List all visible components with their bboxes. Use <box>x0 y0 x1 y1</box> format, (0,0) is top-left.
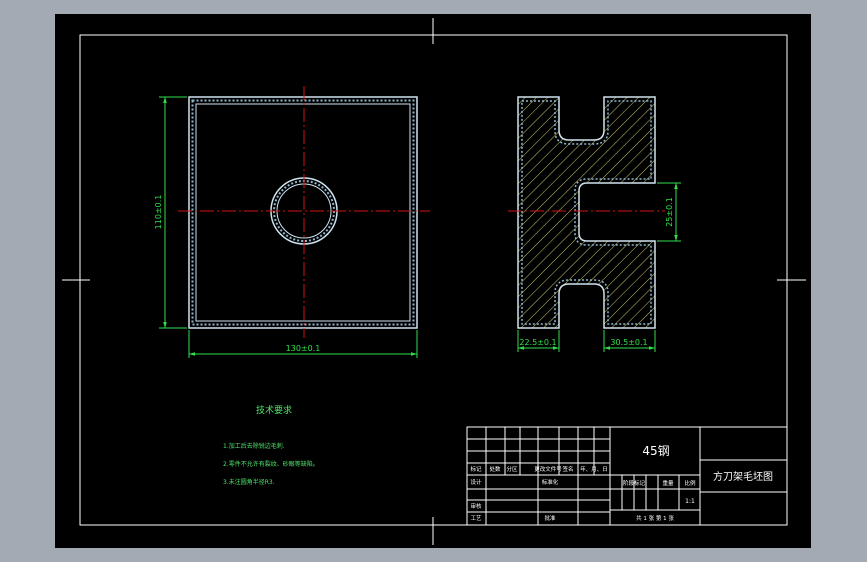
side-left-dim-label: 22.5±0.1 <box>519 338 556 347</box>
role-design: 设计 <box>470 478 482 486</box>
notes-line-2: 2.零件不允许有裂纹、砂眼等缺陷。 <box>223 460 319 468</box>
side-slot-dim-label: 25±0.1 <box>665 197 674 227</box>
role-review: 审核 <box>470 502 482 510</box>
notes-line-1: 1.加工后去除锐边毛刺. <box>223 442 285 450</box>
rev-header-file: 更改文件号 <box>534 465 562 473</box>
material-label: 45钢 <box>642 444 669 458</box>
approve-label: 批准 <box>544 514 556 522</box>
scale-value: 1:1 <box>685 498 695 505</box>
rev-header-date: 年、月、日 <box>580 465 608 473</box>
stage-header-mark: 阶段标记 <box>623 479 646 487</box>
stage-header-scale: 比例 <box>684 479 696 487</box>
standardize-label: 标准化 <box>542 478 559 486</box>
cad-drawing-canvas: 110±0.1 130±0.1 25±0.1 22.5±0.1 30.5±0.1… <box>55 14 811 548</box>
rev-header-sign: 签名 <box>562 465 573 473</box>
notes-line-3: 3.未注圆角半径R3. <box>223 478 275 486</box>
sheet-info: 共 1 张 第 1 张 <box>636 514 674 522</box>
front-width-dim-label: 130±0.1 <box>286 344 321 353</box>
drawing-sheet <box>55 14 811 548</box>
side-right-dim-label: 30.5±0.1 <box>610 338 647 347</box>
rev-header-mark: 标记 <box>470 465 482 473</box>
stage-header-weight: 重量 <box>662 479 674 487</box>
notes-heading: 技术要求 <box>256 404 292 416</box>
role-process: 工艺 <box>470 515 482 522</box>
drawing-name-label: 方刀架毛坯图 <box>713 470 773 483</box>
rev-header-count: 处数 <box>489 465 501 473</box>
rev-header-zone: 分区 <box>506 465 518 473</box>
front-height-dim-label: 110±0.1 <box>154 195 163 230</box>
